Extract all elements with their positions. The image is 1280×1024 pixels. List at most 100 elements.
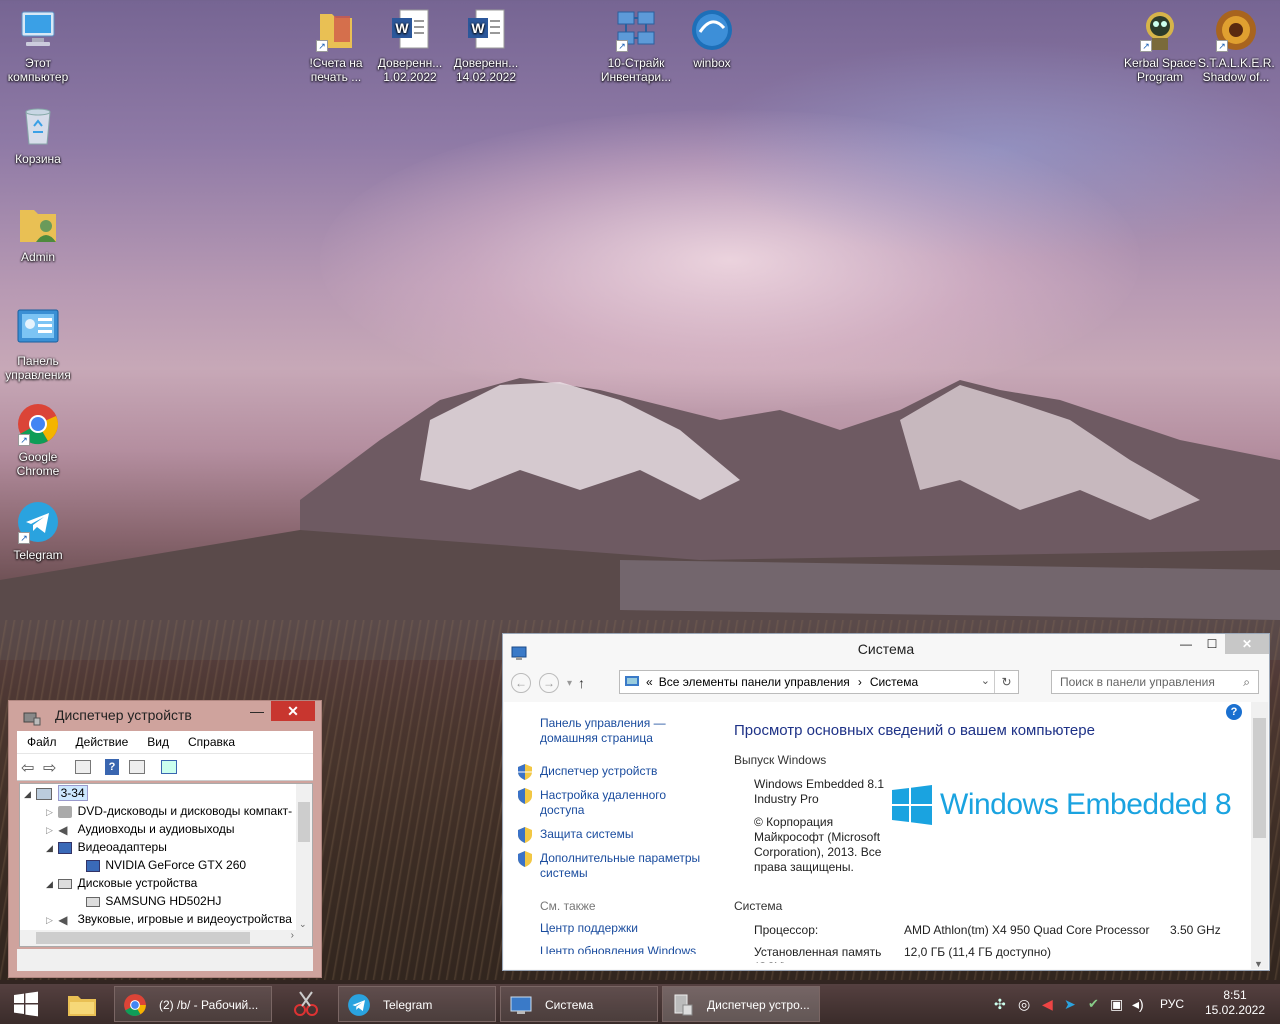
expand-arrow-icon[interactable]: ▷	[46, 825, 53, 835]
desktop-icon-invoices-folder[interactable]: ↗ !Счета на печать ...	[298, 8, 374, 84]
telegram-tray-icon[interactable]: ➤	[1064, 996, 1076, 1013]
menu-file[interactable]: Файл	[17, 735, 66, 749]
tree-vertical-scrollbar[interactable]: ⌄	[296, 784, 312, 930]
minimize-button[interactable]: —	[245, 701, 269, 721]
collapse-arrow-icon[interactable]: ◢	[24, 789, 31, 799]
address-bar[interactable]: « Все элементы панели управления › Систе…	[619, 670, 1019, 694]
desktop-icon-recycle-bin[interactable]: Корзина	[0, 104, 76, 166]
back-button[interactable]: ←	[511, 673, 531, 693]
desktop-icon-winbox[interactable]: winbox	[674, 8, 750, 70]
network-share-icon[interactable]: ✣	[994, 996, 1006, 1013]
taskbar-telegram[interactable]: Telegram	[338, 986, 496, 1022]
display-adapter-icon	[86, 859, 100, 872]
desktop-icon-kerbal[interactable]: ↗ Kerbal Space Program	[1122, 8, 1198, 84]
memory-row: Установленная память (ОЗУ): 12,0 ГБ (11,…	[754, 945, 1051, 963]
up-button[interactable]: ↑	[578, 675, 585, 691]
remote-settings-link[interactable]: Настройка удаленного доступа	[540, 788, 680, 818]
taskbar-device-manager[interactable]: Диспетчер устро...	[662, 986, 820, 1022]
desktop-icon-doc-1[interactable]: W Доверенн... 1.02.2022	[372, 8, 448, 84]
scrollbar-thumb[interactable]	[36, 932, 250, 944]
tree-item-disks[interactable]: ◢ Дисковые устройства	[46, 874, 197, 893]
tree-item-hdd[interactable]: SAMSUNG HD502HJ	[84, 892, 221, 910]
taskbar-system[interactable]: Система	[500, 986, 658, 1022]
collapse-arrow-icon[interactable]: ◢	[46, 879, 53, 889]
help-book-icon[interactable]: ?	[105, 759, 119, 775]
address-dropdown-icon[interactable]: ⌄	[981, 674, 990, 687]
advanced-settings-link[interactable]: Дополнительные параметры системы	[540, 851, 710, 881]
maximize-button[interactable]: ☐	[1199, 634, 1225, 654]
desktop-icon-admin[interactable]: Admin	[0, 202, 76, 264]
device-manager-window[interactable]: Диспетчер устройств — ✕ Файл Действие Ви…	[8, 700, 322, 978]
search-input[interactable]: Поиск в панели управления ⌕	[1051, 670, 1259, 694]
desktop-icon-stalker[interactable]: ↗ S.T.A.L.K.E.R. Shadow of...	[1198, 8, 1275, 84]
scroll-down-icon[interactable]: ▼	[1254, 959, 1263, 969]
system-app-icon	[511, 641, 527, 660]
uac-shield-icon	[518, 827, 532, 843]
vertical-scrollbar[interactable]: ▼	[1251, 702, 1268, 969]
recent-dropdown-icon[interactable]: ▾	[567, 678, 572, 689]
scrollbar-thumb[interactable]	[298, 802, 310, 842]
windows-update-link[interactable]: Центр обновления Windows	[540, 944, 720, 954]
volume-icon[interactable]: ◂)	[1132, 996, 1144, 1013]
action-center-link[interactable]: Центр поддержки	[540, 921, 720, 936]
device-manager-titlebar[interactable]: Диспетчер устройств — ✕	[9, 701, 321, 729]
close-button[interactable]: ✕	[1225, 634, 1269, 654]
help-icon[interactable]: ?	[1226, 704, 1242, 720]
back-arrow-icon[interactable]: ⇦	[21, 758, 34, 778]
forward-button[interactable]: →	[539, 673, 559, 693]
language-indicator[interactable]: РУС	[1160, 997, 1184, 1011]
clock[interactable]: 8:51 15.02.2022	[1200, 988, 1270, 1018]
see-also-label: См. также	[540, 899, 596, 913]
desktop-icon-10-strike[interactable]: ↗ 10-Страйк Инвентари...	[598, 8, 674, 84]
taskbar-snipping-tool[interactable]	[282, 986, 330, 1022]
system-protection-link[interactable]: Защита системы	[540, 827, 720, 842]
menu-bar: Файл Действие Вид Справка	[17, 731, 313, 753]
scroll-down-icon[interactable]: ⌄	[299, 919, 307, 930]
scrollbar-thumb[interactable]	[1253, 718, 1266, 838]
device-manager-link[interactable]: Диспетчер устройств	[540, 764, 720, 779]
close-button[interactable]: ✕	[271, 701, 315, 721]
start-button[interactable]	[6, 986, 46, 1022]
security-tray-icon[interactable]: ✔	[1088, 996, 1099, 1012]
taskbar-chrome[interactable]: (2) /b/ - Рабочий...	[114, 986, 272, 1022]
tree-item-gpu[interactable]: NVIDIA GeForce GTX 260	[84, 856, 246, 874]
desktop-icon-telegram[interactable]: ↗ Telegram	[0, 500, 76, 562]
minimize-button[interactable]: —	[1173, 634, 1199, 654]
scan-hardware-icon[interactable]	[161, 760, 177, 774]
scroll-right-icon[interactable]: ›	[291, 930, 294, 941]
breadcrumb-system[interactable]: Система	[870, 675, 918, 689]
tree-root[interactable]: ◢ 3-34	[24, 784, 88, 803]
desktop-icon-control-panel[interactable]: Панель управления	[0, 306, 76, 382]
desktop-icon-chrome[interactable]: ↗ Google Chrome	[0, 402, 76, 478]
properties-icon[interactable]	[75, 760, 91, 774]
device-tree[interactable]: ◢ 3-34 ▷ DVD-дисководы и дисководы компа…	[19, 783, 313, 947]
expand-arrow-icon[interactable]: ▷	[46, 915, 53, 925]
menu-action[interactable]: Действие	[66, 735, 138, 749]
svg-text:W: W	[471, 20, 485, 36]
taskbar-explorer[interactable]	[58, 986, 106, 1022]
tree-item-sound[interactable]: ▷ ◀ Звуковые, игровые и видеоустройства	[46, 910, 292, 929]
steam-icon[interactable]: ◎	[1018, 996, 1030, 1013]
collapse-arrow-icon[interactable]: ◢	[46, 843, 53, 853]
audio-warning-icon[interactable]: ◀	[1042, 996, 1053, 1013]
system-window[interactable]: Система — ☐ ✕ ← → ▾ ↑ « Все элементы пан…	[502, 633, 1270, 971]
menu-help[interactable]: Справка	[178, 735, 244, 749]
refresh-icon[interactable]: ↻	[994, 671, 1018, 693]
tree-item-dvd[interactable]: ▷ DVD-дисководы и дисководы компакт-	[46, 802, 292, 821]
desktop-icon-this-pc[interactable]: Этот компьютер	[0, 8, 76, 84]
tree-item-video[interactable]: ◢ Видеоадаптеры	[46, 838, 167, 857]
forward-arrow-icon[interactable]: ⇨	[43, 758, 56, 778]
network-icon[interactable]: ▣	[1110, 996, 1123, 1013]
breadcrumb-all-items[interactable]: Все элементы панели управления	[659, 675, 850, 689]
update-driver-icon[interactable]	[129, 760, 145, 774]
expand-arrow-icon[interactable]: ▷	[46, 807, 53, 817]
desktop-icon-doc-2[interactable]: W Доверенн... 14.02.2022	[448, 8, 524, 84]
tree-item-audio-io[interactable]: ▷ ◀ Аудиовходы и аудиовыходы	[46, 820, 235, 839]
search-icon: ⌕	[1243, 675, 1250, 689]
menu-view[interactable]: Вид	[137, 735, 178, 749]
uac-shield-icon	[518, 788, 532, 804]
control-panel-home-link[interactable]: Панель управления — домашняя страница	[540, 716, 690, 746]
system-tray: ✣ ◎ ◀ ➤ ✔ ▣ ◂) РУС 8:51 15.02.2022	[980, 984, 1280, 1024]
tree-horizontal-scrollbar[interactable]: ›	[20, 930, 312, 946]
system-window-titlebar[interactable]: Система — ☐ ✕	[503, 634, 1269, 664]
